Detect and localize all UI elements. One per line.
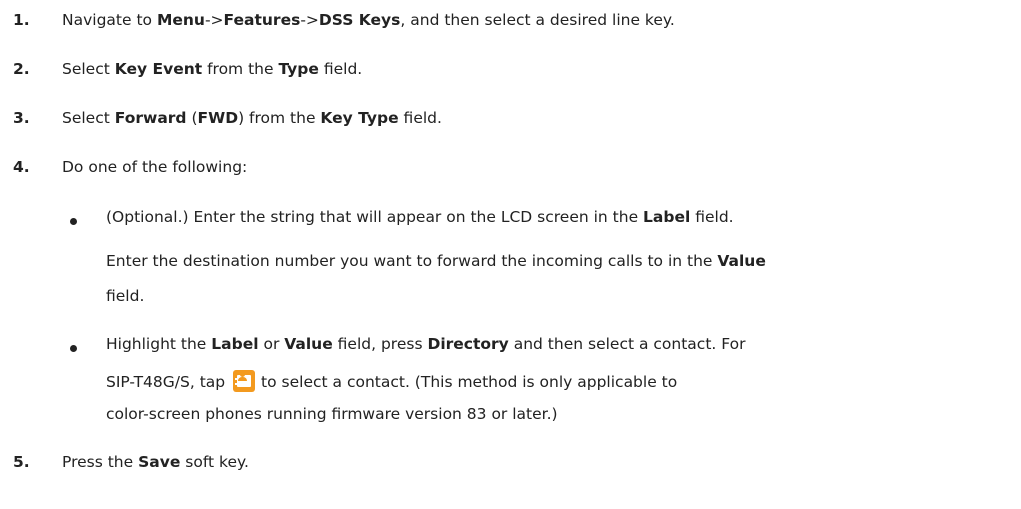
step-1-number: 1. [13,11,30,29]
step-3-number: 3. [13,109,30,127]
option-1-line-1: (Optional.) Enter the string that will a… [106,208,734,226]
step-5-text: Press the Save soft key. [62,453,249,471]
option-1-line-2: Enter the destination number you want to… [106,252,766,270]
step-4-number: 4. [13,158,30,176]
step-2-text: Select Key Event from the Type field. [62,60,363,78]
option-1-line-3: field. [106,287,145,305]
step-4-text: Do one of the following: [62,158,248,176]
bullet-icon [70,345,77,352]
option-2-line-3: color-screen phones running firmware ver… [106,405,558,423]
option-2-line-1: Highlight the Label or Value field, pres… [106,335,746,353]
step-5-number: 5. [13,453,30,471]
contacts-icon [233,370,256,392]
option-2-line-2: SIP-T48G/S, tap to select a contact. (Th… [106,370,677,392]
bullet-icon [70,218,77,225]
step-1-text: Navigate to Menu->Features->DSS Keys, an… [62,11,675,29]
instruction-list: 1. Navigate to Menu->Features->DSS Keys,… [0,0,1021,509]
step-2-number: 2. [13,60,30,78]
step-3-text: Select Forward (FWD) from the Key Type f… [62,109,442,127]
